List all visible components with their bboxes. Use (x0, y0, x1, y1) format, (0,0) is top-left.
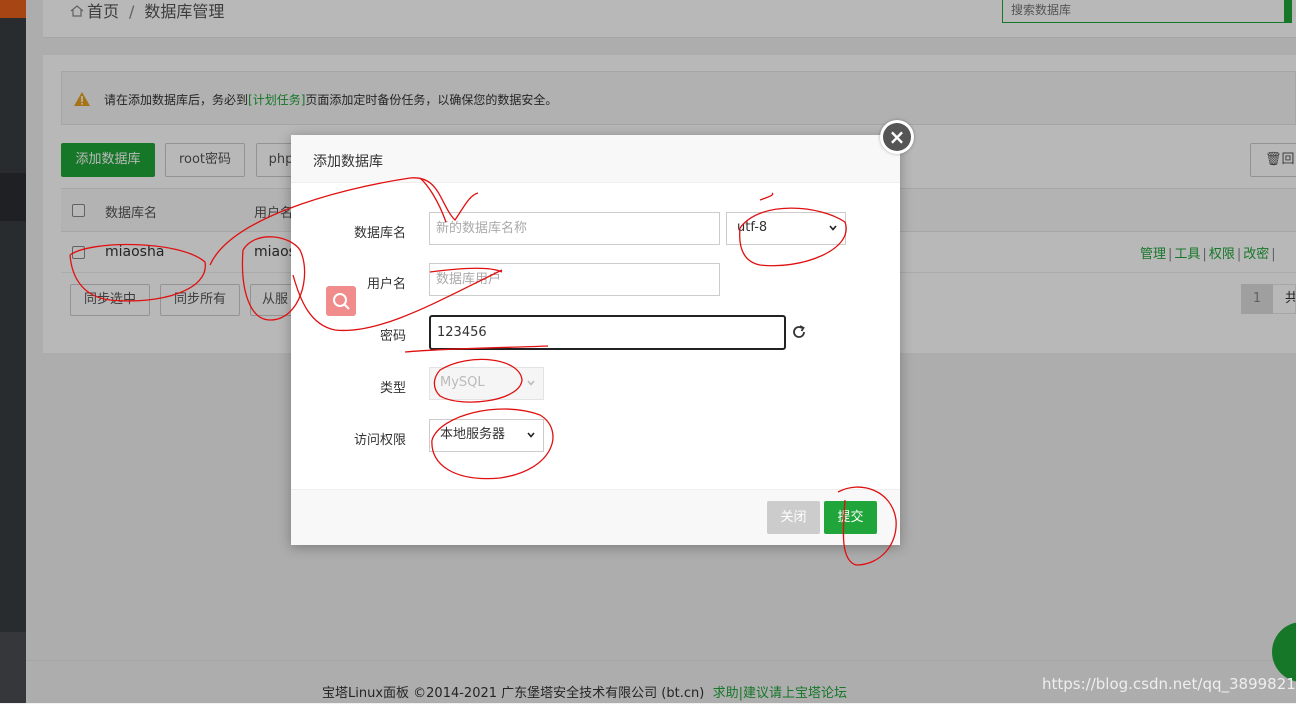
refresh-icon[interactable] (791, 324, 807, 340)
submit-button[interactable]: 提交 (824, 501, 877, 534)
db-name-label: 数据库名 (353, 226, 406, 241)
db-name-input[interactable] (429, 212, 720, 245)
modal-header: 添加数据库 (291, 135, 900, 183)
chevron-down-icon (829, 225, 837, 231)
access-select[interactable]: 本地服务器 (429, 419, 544, 452)
type-label: 类型 (379, 381, 406, 396)
add-database-modal: 添加数据库 数据库名 utf-8 用户名 密码 类型 MySQL 访问权限 本地… (291, 135, 900, 545)
username-input[interactable] (429, 263, 720, 296)
password-input[interactable] (429, 315, 786, 350)
close-icon: × (883, 123, 911, 151)
chevron-down-icon (527, 380, 535, 386)
modal-close-button[interactable]: × (880, 120, 914, 154)
search-icon (333, 293, 350, 310)
type-value: MySQL (440, 375, 485, 390)
floating-search-button[interactable] (326, 286, 356, 316)
password-label: 密码 (379, 329, 406, 344)
charset-value: utf-8 (737, 220, 768, 235)
modal-footer: 关闭 提交 (291, 489, 900, 545)
modal-title: 添加数据库 (313, 154, 383, 170)
close-button[interactable]: 关闭 (767, 501, 820, 534)
type-select: MySQL (429, 367, 544, 400)
watermark: https://blog.csdn.net/qq_38998213 (1042, 675, 1296, 693)
access-label: 访问权限 (353, 433, 406, 448)
charset-select[interactable]: utf-8 (726, 212, 846, 245)
chevron-down-icon (527, 432, 535, 438)
access-value: 本地服务器 (440, 427, 506, 442)
